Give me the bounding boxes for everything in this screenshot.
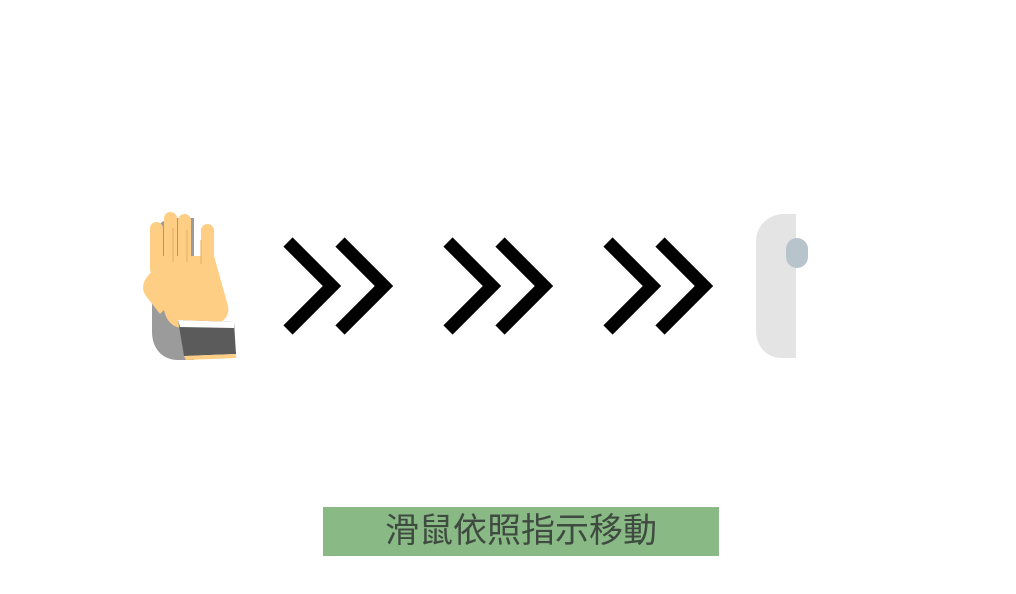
double-chevron-right-icon bbox=[282, 236, 398, 336]
hand-on-mouse-icon bbox=[138, 210, 242, 364]
instruction-text: 滑鼠依照指示移動 bbox=[385, 511, 657, 551]
double-chevron-right-icon bbox=[442, 236, 558, 336]
double-chevron-right-icon bbox=[602, 236, 718, 336]
gesture-tutorial-stage: 滑鼠依照指示移動 bbox=[0, 0, 1016, 594]
instruction-banner: 滑鼠依照指示移動 bbox=[323, 507, 719, 556]
mouse-icon bbox=[752, 212, 814, 362]
